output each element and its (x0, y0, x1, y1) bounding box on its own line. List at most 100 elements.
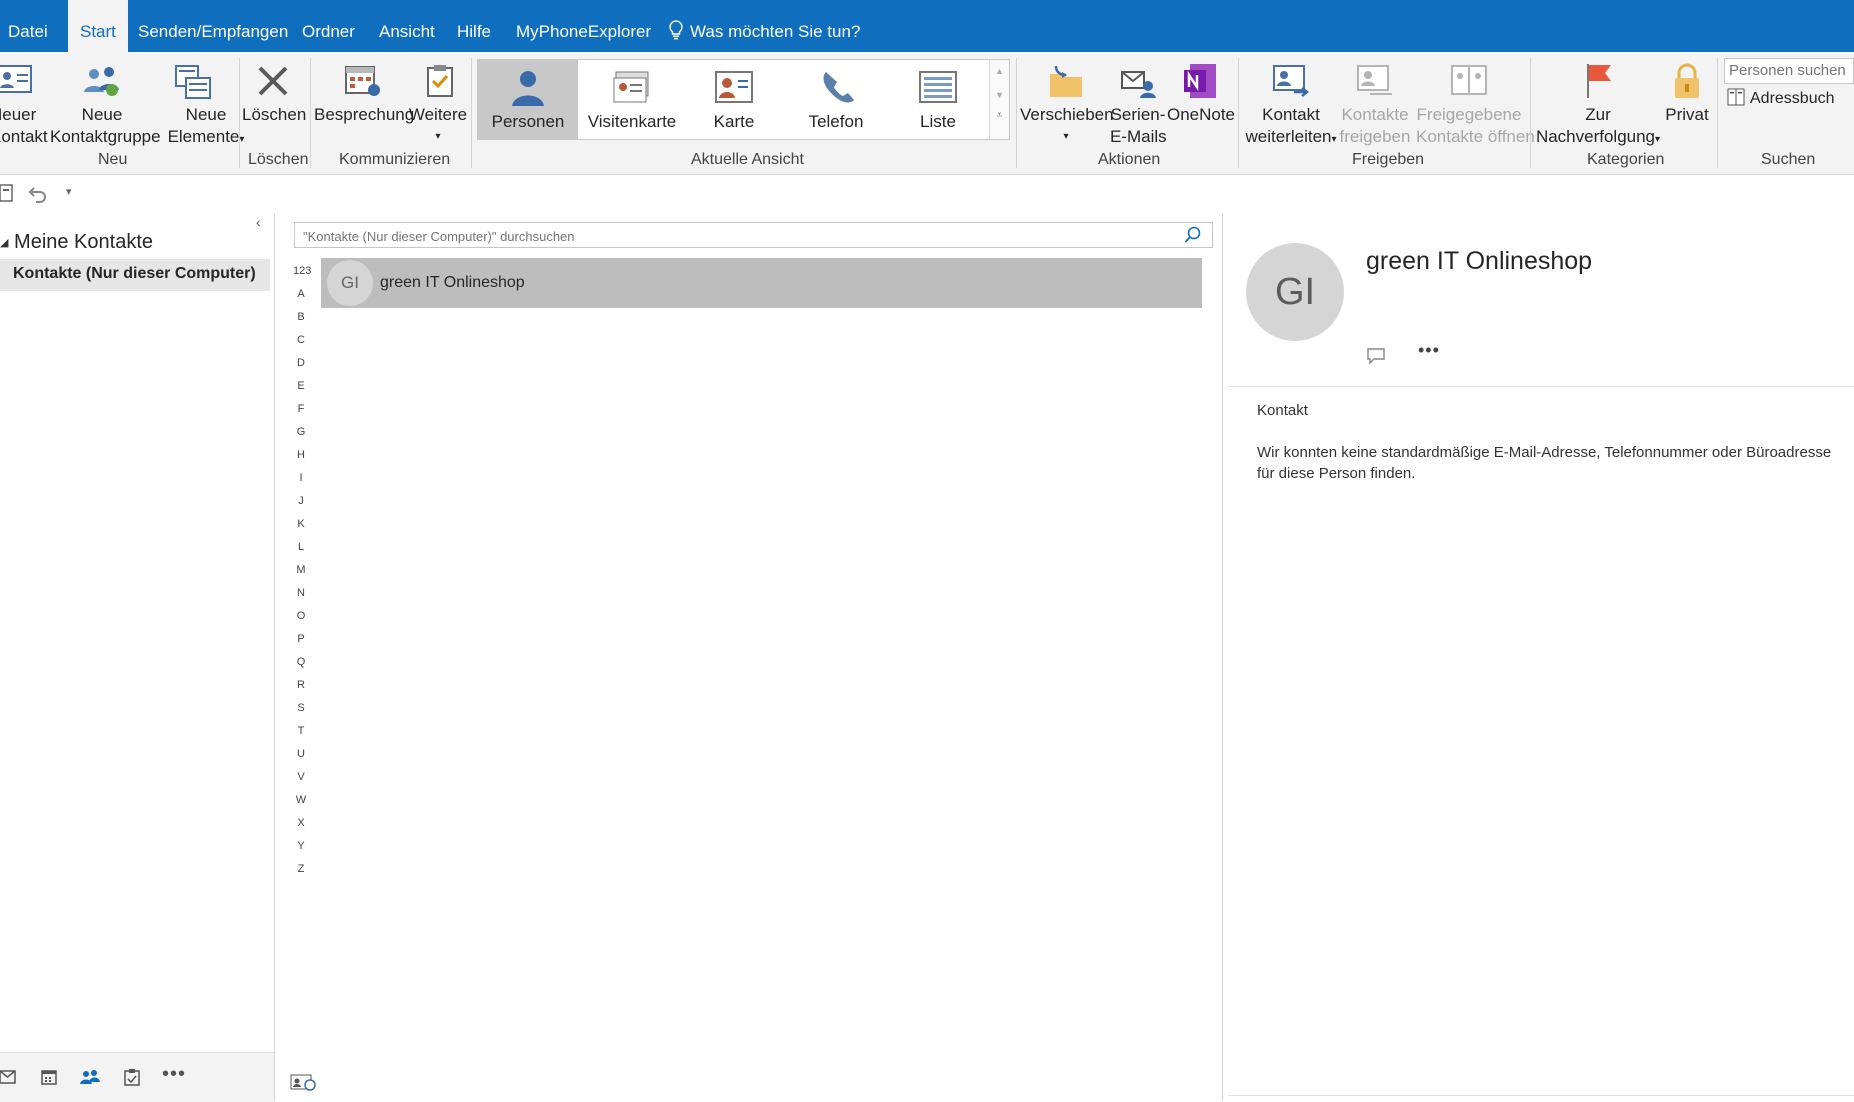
phone-icon (823, 72, 854, 103)
view-visitenkarte-label: Visitenkarte (587, 112, 677, 131)
alphabet-letter[interactable]: F (293, 403, 309, 415)
alphabet-letter[interactable]: G (293, 426, 309, 438)
view-telefon[interactable]: Telefon (786, 60, 886, 139)
group-label-aktuelle-ansicht: Aktuelle Ansicht (691, 151, 804, 168)
alphabet-letter[interactable]: K (293, 518, 309, 530)
qat-customize-icon[interactable]: ▾ (66, 185, 72, 198)
lightbulb-icon (669, 20, 683, 40)
tab-senden-empfangen[interactable]: Senden/Empfangen (138, 0, 288, 52)
alphabet-letter[interactable]: X (293, 817, 309, 829)
mail-merge-icon (1121, 71, 1156, 98)
alphabet-letter[interactable]: N (293, 587, 309, 599)
view-liste[interactable]: Liste (888, 60, 988, 139)
new-group-label-2: Kontaktgruppe (50, 127, 161, 146)
alphabet-letter[interactable]: 123 (293, 265, 311, 277)
alphabet-letter[interactable]: Q (293, 656, 309, 668)
address-book-icon (1727, 88, 1745, 106)
contact-list-item[interactable]: GI green IT Onlineshop (321, 258, 1202, 308)
alphabet-letter[interactable]: P (293, 633, 309, 645)
chevron-up-icon[interactable]: ▲ (990, 66, 1009, 76)
new-items-label-2: Elemente (167, 127, 240, 146)
no-info-message-line2: für diese Person finden. (1257, 465, 1416, 482)
undo-icon[interactable] (28, 185, 48, 203)
contact-search-input[interactable] (301, 224, 1165, 248)
people-search-input[interactable] (1725, 59, 1854, 81)
mail-icon[interactable] (0, 1070, 16, 1084)
calendar-icon[interactable] (41, 1069, 57, 1085)
alphabet-letter[interactable]: S (293, 702, 309, 714)
follow-up-label-1: Zur (1585, 105, 1611, 124)
tab-datei[interactable]: Datei (8, 0, 48, 52)
alphabet-letter[interactable]: I (293, 472, 309, 484)
people-icon[interactable] (80, 1069, 100, 1085)
detail-section-tab[interactable]: Kontakt (1257, 402, 1308, 419)
tab-hilfe[interactable]: Hilfe (457, 0, 491, 52)
contact-search-box[interactable] (294, 222, 1213, 248)
more-apps-icon[interactable]: ••• (162, 1063, 186, 1086)
alphabet-letter[interactable]: O (293, 610, 309, 622)
pane-divider[interactable] (1222, 214, 1223, 1101)
view-visitenkarte[interactable]: Visitenkarte (582, 60, 682, 139)
people-search-box[interactable] (1724, 58, 1854, 84)
chevron-down-icon: ▾ (239, 134, 245, 145)
tasks-icon[interactable] (124, 1068, 140, 1086)
alphabet-letter[interactable]: U (293, 748, 309, 760)
send-receive-icon[interactable] (0, 183, 14, 203)
alphabet-letter[interactable]: M (293, 564, 309, 576)
folder-pane: ‹ ◢ Meine Kontakte Kontakte (Nur dieser … (0, 214, 275, 1101)
person-icon (512, 71, 544, 106)
address-book-button[interactable]: Adressbuch (1726, 88, 1835, 108)
open-shared-label-2: Kontakte öffnen (1416, 127, 1535, 146)
tab-start[interactable]: Start (68, 0, 128, 54)
alphabet-letter[interactable]: D (293, 357, 309, 369)
search-icon[interactable] (1184, 226, 1202, 244)
chevron-down-icon: ▾ (435, 131, 441, 142)
tab-ansicht[interactable]: Ansicht (379, 0, 435, 52)
chevron-down-icon: ▾ (1331, 134, 1337, 145)
address-book-label: Adressbuch (1750, 90, 1835, 107)
no-info-message-line1: Wir konnten keine standardmäßige E-Mail-… (1257, 444, 1832, 461)
flag-icon (1587, 64, 1611, 98)
group-divider (471, 58, 472, 168)
group-label-loeschen: Löschen (248, 151, 309, 168)
group-label-freigeben: Freigeben (1352, 151, 1425, 168)
alphabet-letter[interactable]: C (293, 334, 309, 346)
alphabet-letter[interactable]: J (293, 495, 309, 507)
list-icon (919, 71, 957, 103)
alphabet-letter[interactable]: T (293, 725, 309, 737)
view-personen-label: Personen (491, 112, 565, 131)
shared-contacts-book-icon (1451, 65, 1487, 95)
folder-group-header[interactable]: ◢ Meine Kontakte (0, 231, 153, 254)
tab-ordner[interactable]: Ordner (302, 0, 355, 52)
lock-icon (1675, 63, 1699, 98)
contact-card-small-icon[interactable] (290, 1073, 316, 1091)
alphabet-letter[interactable]: H (293, 449, 309, 461)
forward-contact-label-2: weiterleiten (1245, 127, 1332, 146)
chevron-down-icon[interactable]: ▼ (990, 90, 1009, 100)
view-karte[interactable]: Karte (684, 60, 784, 139)
group-label-neu: Neu (98, 151, 128, 168)
chat-icon[interactable] (1366, 347, 1386, 365)
alphabet-letter[interactable]: R (293, 679, 309, 691)
gallery-expand-icon[interactable]: ⩡ (990, 110, 1009, 121)
tell-me-label: Was möchten Sie tun? (690, 22, 861, 41)
forward-contact-label-1: Kontakt (1262, 105, 1320, 124)
folder-item-contacts[interactable]: Kontakte (Nur dieser Computer) (0, 259, 270, 291)
view-personen[interactable]: Personen (478, 60, 578, 139)
alphabet-letter[interactable]: L (293, 541, 309, 553)
tell-me-box[interactable]: Was möchten Sie tun? (668, 0, 860, 52)
alphabet-letter[interactable]: W (293, 794, 309, 806)
tab-myphoneexplorer[interactable]: MyPhoneExplorer (516, 0, 651, 52)
alphabet-letter[interactable]: V (293, 771, 309, 783)
more-options-icon[interactable]: ••• (1418, 340, 1440, 361)
group-divider (1238, 58, 1239, 168)
group-label-aktionen: Aktionen (1098, 151, 1161, 168)
alphabet-letter[interactable]: Z (293, 863, 309, 875)
alphabet-letter[interactable]: A (293, 288, 309, 300)
move-label: Verschieben (1020, 105, 1114, 124)
collapse-pane-icon[interactable]: ‹ (256, 214, 261, 230)
alphabet-letter[interactable]: B (293, 311, 309, 323)
contact-name: green IT Onlineshop (380, 274, 525, 291)
alphabet-letter[interactable]: Y (293, 840, 309, 852)
alphabet-letter[interactable]: E (293, 380, 309, 392)
